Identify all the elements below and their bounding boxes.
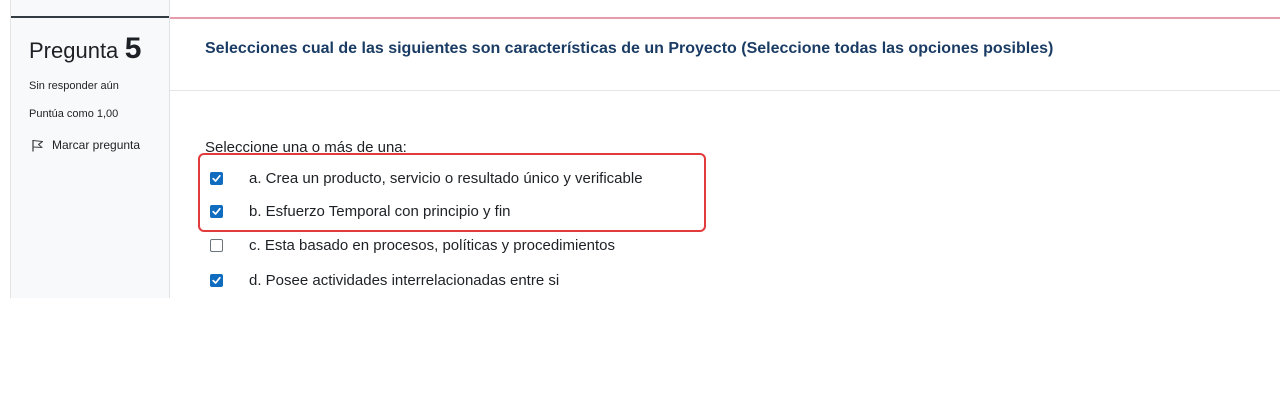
quiz-page: Pregunta 5 Sin responder aún Puntúa como…: [0, 0, 1280, 402]
checkbox-a[interactable]: [210, 172, 223, 185]
question-info-panel: Pregunta 5 Sin responder aún Puntúa como…: [10, 0, 170, 298]
question-number: 5: [124, 32, 142, 65]
checkbox-d[interactable]: [210, 274, 223, 287]
checkmark-icon: [212, 174, 221, 182]
answer-option-c[interactable]: c. Esta basado en procesos, políticas y …: [210, 237, 615, 254]
answer-label-a: a. Crea un producto, servicio o resultad…: [249, 170, 643, 187]
question-number-heading: Pregunta 5: [29, 32, 141, 66]
question-divider: [170, 90, 1280, 91]
checkbox-b[interactable]: [210, 205, 223, 218]
question-content: Selecciones cual de las siguientes son c…: [170, 0, 1280, 298]
question-text: Selecciones cual de las siguientes son c…: [205, 40, 1054, 57]
answer-label-d: d. Posee actividades interrelacionadas e…: [249, 272, 560, 289]
answer-prompt: Seleccione una o más de una:: [205, 139, 407, 156]
checkmark-icon: [212, 207, 221, 215]
answer-label-b: b. Esfuerzo Temporal con principio y fin: [249, 203, 511, 220]
info-top-border: [11, 16, 169, 18]
checkbox-c[interactable]: [210, 239, 223, 252]
flag-icon: [31, 139, 44, 152]
content-top-border: [170, 17, 1280, 19]
answer-option-d[interactable]: d. Posee actividades interrelacionadas e…: [210, 272, 559, 289]
question-state: Sin responder aún: [29, 80, 119, 92]
answer-label-c: c. Esta basado en procesos, políticas y …: [249, 237, 616, 254]
question-word: Pregunta: [29, 38, 119, 63]
question-grade: Puntúa como 1,00: [29, 108, 119, 120]
flag-question-link[interactable]: Marcar pregunta: [31, 138, 140, 152]
answer-option-a[interactable]: a. Crea un producto, servicio o resultad…: [210, 170, 643, 187]
checkmark-icon: [212, 276, 221, 284]
answer-option-b[interactable]: b. Esfuerzo Temporal con principio y fin: [210, 203, 511, 220]
flag-label: Marcar pregunta: [52, 138, 141, 152]
